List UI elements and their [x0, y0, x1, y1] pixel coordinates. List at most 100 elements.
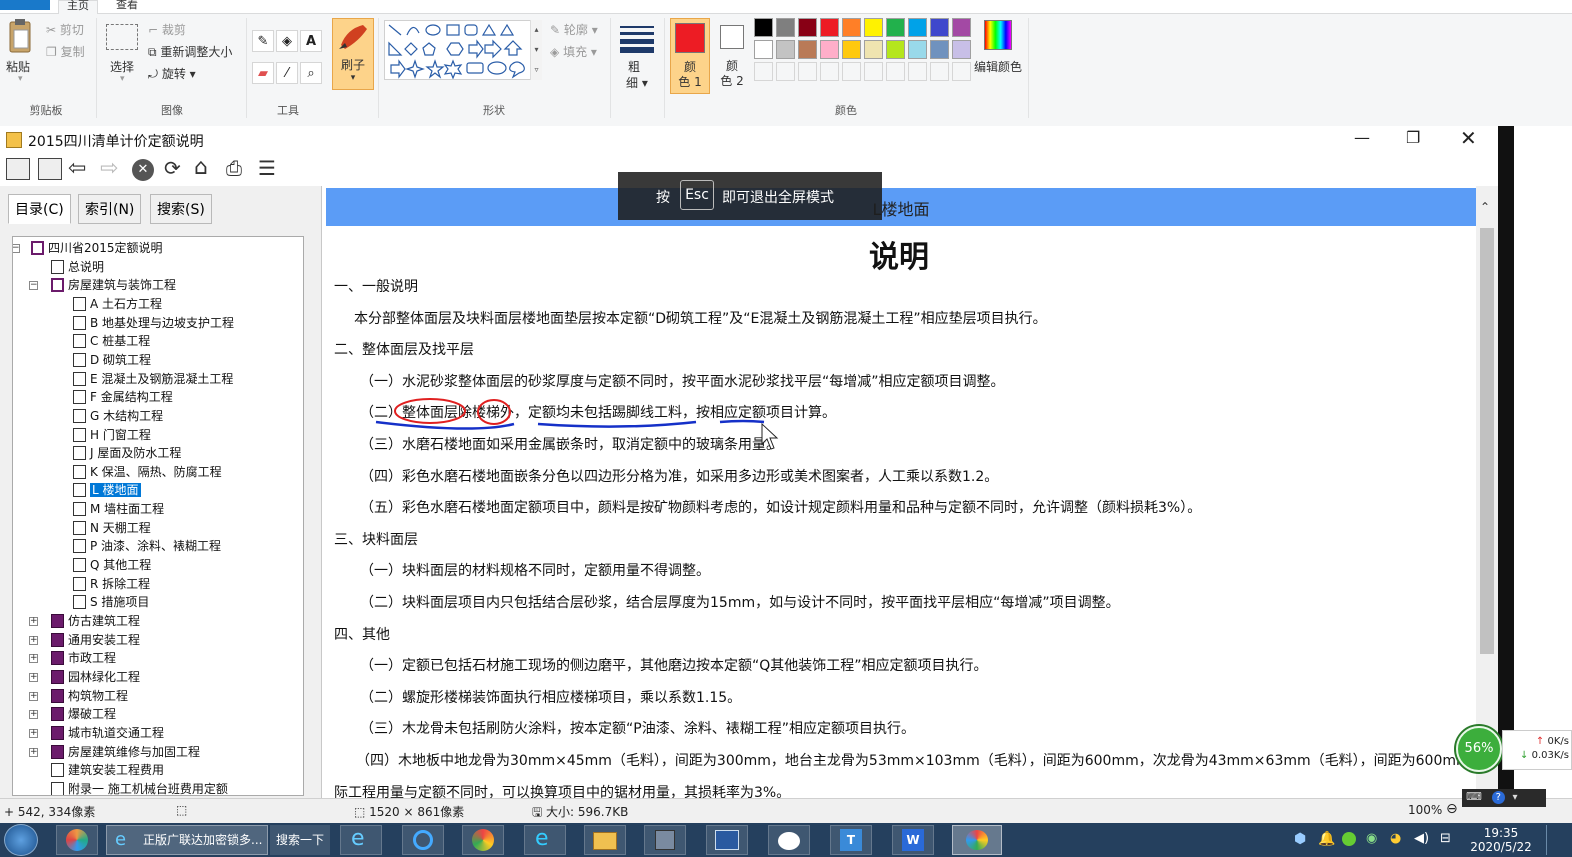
tree-item[interactable]: E 混凝土及钢筋混凝土工程	[73, 370, 233, 388]
size-button[interactable]: 细 ▾	[626, 74, 648, 91]
options-icon[interactable]: ☰	[258, 156, 276, 180]
color-swatch[interactable]	[776, 40, 795, 59]
taskbar-app-text[interactable]: T	[830, 825, 872, 855]
color-swatch[interactable]	[886, 40, 905, 59]
stop-icon[interactable]: ✕	[132, 159, 154, 181]
select-button[interactable]: 选择	[110, 58, 134, 75]
tree-item[interactable]: 总说明	[51, 258, 104, 276]
color-swatch[interactable]	[930, 40, 949, 59]
taskbar-app-chrome[interactable]	[462, 825, 504, 855]
expand-icon[interactable]: +	[29, 710, 38, 720]
tree-item[interactable]: N 天棚工程	[73, 519, 151, 537]
start-button[interactable]	[4, 824, 38, 856]
edit-colors-icon[interactable]	[984, 20, 1012, 50]
tree-item[interactable]: C 桩基工程	[73, 332, 150, 350]
color2-button[interactable]: 颜 色 2	[712, 18, 752, 94]
tree-item[interactable]: 通用安装工程	[51, 631, 140, 649]
paste-dropdown-icon[interactable]: ▾	[18, 74, 23, 84]
eraser-icon[interactable]: ▰	[252, 62, 274, 84]
tab-view[interactable]: 查看	[108, 0, 146, 14]
color-swatch[interactable]	[798, 62, 817, 81]
refresh-icon[interactable]: ⟳	[164, 156, 181, 180]
tree-item[interactable]: 建筑安装工程费用	[51, 761, 164, 779]
tree-item[interactable]: D 砌筑工程	[73, 351, 151, 369]
taskbar-app-ie[interactable]: e	[340, 825, 382, 855]
color-swatch[interactable]	[886, 18, 905, 37]
zoom-out-icon[interactable]: ⊖	[1446, 801, 1458, 817]
tree-item[interactable]: 园林绿化工程	[51, 668, 140, 686]
expand-icon[interactable]: +	[29, 635, 38, 645]
expand-icon[interactable]: +	[29, 747, 38, 757]
color-swatch[interactable]	[798, 40, 817, 59]
magnifier-icon[interactable]: ⌕	[300, 62, 322, 84]
taskbar-app-paint[interactable]	[952, 825, 1002, 855]
tray-green-icon[interactable]	[1342, 832, 1356, 846]
expand-icon[interactable]: +	[29, 728, 38, 738]
edit-colors-button[interactable]: 编辑颜色	[974, 58, 1022, 75]
tray-bell-icon[interactable]: 🔔	[1318, 831, 1335, 847]
brush-button[interactable]: 刷子 ▾	[332, 18, 374, 90]
scroll-up-icon[interactable]: ⌃	[1480, 200, 1490, 214]
tree-item[interactable]: 仿古建筑工程	[51, 612, 140, 630]
tree-item[interactable]: G 木结构工程	[73, 407, 163, 425]
tree-item[interactable]: A 土石方工程	[73, 295, 162, 313]
tree-item[interactable]: L 楼地面	[73, 481, 141, 499]
expand-icon[interactable]: +	[29, 672, 38, 682]
color-swatch[interactable]	[908, 40, 927, 59]
tree-item[interactable]: F 金属结构工程	[73, 388, 173, 406]
tree-item[interactable]: P 油漆、涂料、裱糊工程	[73, 537, 221, 555]
fill-button[interactable]: ◈ 填充 ▾	[550, 43, 597, 60]
taskbar-app-browser[interactable]: e 正版广联达加密锁多...	[106, 825, 268, 855]
color-swatch[interactable]	[776, 62, 795, 81]
tray-volume-icon[interactable]: ◀)	[1414, 831, 1429, 846]
outline-button[interactable]: ✎ 轮廓 ▾	[550, 21, 598, 38]
color-swatch[interactable]	[754, 40, 773, 59]
taskbar-app-wps[interactable]: W	[892, 825, 934, 855]
color-swatch[interactable]	[908, 18, 927, 37]
select-dropdown-icon[interactable]: ▾	[120, 74, 125, 84]
restore-icon[interactable]: ❐	[1406, 128, 1420, 147]
tree-item[interactable]: S 措施项目	[73, 593, 149, 611]
tree-item[interactable]: 爆破工程	[51, 705, 116, 723]
color-swatch[interactable]	[864, 40, 883, 59]
color-swatch[interactable]	[776, 18, 795, 37]
tree-item[interactable]: K 保温、隔热、防腐工程	[73, 463, 222, 481]
home-icon[interactable]: ⌂	[194, 155, 208, 180]
taskbar-app-explorer[interactable]	[584, 825, 626, 855]
forward-icon[interactable]: ⇨	[100, 156, 118, 181]
rotate-button[interactable]: ⤾ 旋转 ▾	[148, 65, 196, 82]
color-swatch[interactable]	[886, 62, 905, 81]
print-icon[interactable]: ⎙	[226, 156, 242, 180]
tree-item[interactable]: 房屋建筑维修与加固工程	[51, 743, 200, 761]
expand-icon[interactable]: +	[29, 691, 38, 701]
file-menu-button[interactable]	[0, 0, 50, 10]
taskbar-app-wechat[interactable]	[768, 825, 810, 855]
pencil-icon[interactable]: ✎	[252, 30, 274, 52]
hide-pane-icon[interactable]	[6, 158, 30, 180]
collapse-icon[interactable]: −	[13, 244, 20, 253]
close-icon[interactable]: ✕	[1460, 126, 1477, 150]
tree-item[interactable]: R 拆除工程	[73, 575, 150, 593]
color-swatch[interactable]	[820, 40, 839, 59]
color-swatch[interactable]	[952, 62, 971, 81]
color-swatch[interactable]	[754, 18, 773, 37]
color-swatch[interactable]	[842, 18, 861, 37]
tree-item[interactable]: H 门窗工程	[73, 426, 151, 444]
tab-contents[interactable]: 目录(C)	[8, 194, 71, 224]
tray-clock[interactable]: 19:35 2020/5/22	[1466, 826, 1536, 854]
tray-wechat-icon[interactable]: ◉	[1366, 831, 1377, 846]
tab-search[interactable]: 搜索(S)	[150, 194, 212, 224]
fill-bucket-icon[interactable]: ◈	[276, 30, 298, 52]
color-swatch[interactable]	[930, 62, 949, 81]
select-icon[interactable]	[106, 24, 138, 50]
color-swatch[interactable]	[820, 62, 839, 81]
copy-button[interactable]: ❐ 复制	[46, 43, 85, 60]
vertical-scrollbar[interactable]: ⌃	[1476, 186, 1498, 798]
color-swatch[interactable]	[864, 62, 883, 81]
taskbar-app-baidu[interactable]	[402, 825, 444, 855]
expand-icon[interactable]: +	[29, 654, 38, 664]
floating-toolbar[interactable]: ⌨ ? ▾	[1462, 789, 1546, 807]
color-swatch[interactable]	[820, 18, 839, 37]
color-swatch[interactable]	[952, 18, 971, 37]
shapes-gallery[interactable]	[384, 20, 542, 80]
